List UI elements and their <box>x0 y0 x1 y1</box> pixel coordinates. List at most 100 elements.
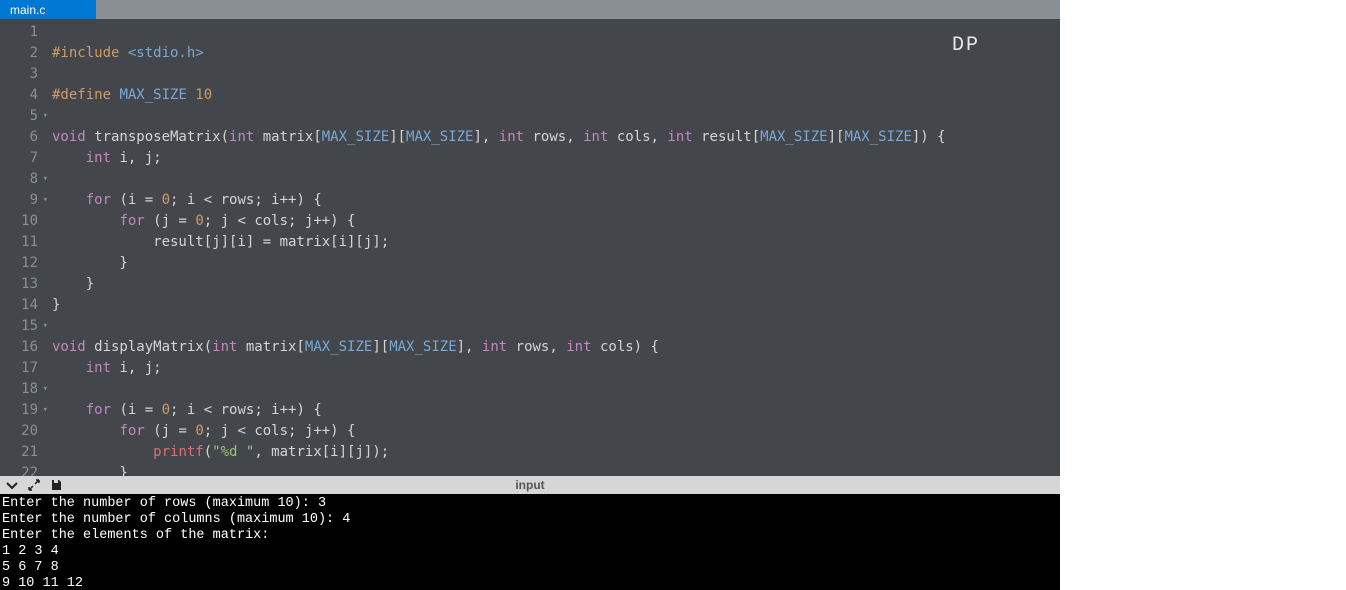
code-token <box>52 444 153 460</box>
line-number: 15 <box>0 316 46 337</box>
code-token: 0 <box>162 192 170 208</box>
code-token <box>52 360 86 376</box>
code-token: MAX_SIZE <box>389 339 456 355</box>
code-token: displayMatrix( <box>86 339 212 355</box>
code-line: } <box>52 465 128 476</box>
code-token: rows, <box>524 129 583 145</box>
code-token: rows, <box>507 339 566 355</box>
code-token: ; j < cols; j++) { <box>204 423 356 439</box>
code-token: (j = <box>145 423 196 439</box>
line-number: 14 <box>0 295 46 316</box>
code-token: MAX_SIZE <box>760 129 827 145</box>
ide-window: main.c 123456789101112131415161718192021… <box>0 0 1060 590</box>
code-token: ], <box>457 339 482 355</box>
code-token: cols, <box>608 129 667 145</box>
code-token <box>52 423 119 439</box>
line-number: 9 <box>0 190 46 211</box>
code-token: ], <box>473 129 498 145</box>
line-number: 7 <box>0 148 46 169</box>
code-token: MAX_SIZE <box>119 87 195 103</box>
console-line: Enter the number of columns (maximum 10)… <box>2 512 350 527</box>
line-number: 13 <box>0 274 46 295</box>
collapse-icon[interactable] <box>6 479 18 491</box>
code-token: int <box>482 339 507 355</box>
line-number: 4 <box>0 85 46 106</box>
line-number: 22 <box>0 463 46 476</box>
code-token: #define <box>52 87 119 103</box>
code-token: 0 <box>195 213 203 229</box>
code-token: i, j; <box>111 360 162 376</box>
code-token: 0 <box>195 423 203 439</box>
line-number: 17 <box>0 358 46 379</box>
console-line: 1 2 3 4 <box>2 544 59 559</box>
code-token: for <box>119 213 144 229</box>
code-token: MAX_SIZE <box>322 129 389 145</box>
code-token: ]) { <box>912 129 946 145</box>
code-token: int <box>86 150 111 166</box>
line-number: 16 <box>0 337 46 358</box>
console-line: Enter the elements of the matrix: <box>2 528 269 543</box>
code-token: int <box>667 129 692 145</box>
code-token <box>52 213 119 229</box>
code-token: cols) { <box>592 339 659 355</box>
code-token: void <box>52 339 86 355</box>
console-title: input <box>515 478 544 492</box>
code-token: result[ <box>693 129 760 145</box>
line-number: 8 <box>0 169 46 190</box>
code-token: i, j; <box>111 150 162 166</box>
code-token <box>52 192 86 208</box>
code-token: int <box>86 360 111 376</box>
line-number: 1 <box>0 22 46 43</box>
code-token: transposeMatrix( <box>86 129 229 145</box>
code-token: ][ <box>828 129 845 145</box>
code-token: ][ <box>389 129 406 145</box>
code-token: 0 <box>162 402 170 418</box>
code-token: ; j < cols; j++) { <box>204 213 356 229</box>
code-token: 10 <box>195 87 212 103</box>
line-number: 12 <box>0 253 46 274</box>
code-area[interactable]: #include <stdio.h> #define MAX_SIZE 10 v… <box>46 19 1060 476</box>
code-line: } <box>52 255 128 271</box>
line-number-gutter: 12345678910111213141516171819202122 <box>0 19 46 476</box>
code-token: "%d " <box>212 444 254 460</box>
line-number: 19 <box>0 400 46 421</box>
code-token: for <box>86 402 111 418</box>
code-token: ][ <box>372 339 389 355</box>
line-number: 5 <box>0 106 46 127</box>
console-line: 5 6 7 8 <box>2 560 59 575</box>
code-line: } <box>52 297 60 313</box>
code-token: MAX_SIZE <box>844 129 911 145</box>
console-line: Enter the number of rows (maximum 10): 3 <box>2 496 326 511</box>
line-number: 10 <box>0 211 46 232</box>
code-editor[interactable]: 12345678910111213141516171819202122 #inc… <box>0 19 1060 476</box>
expand-icon[interactable] <box>28 479 40 491</box>
line-number: 20 <box>0 421 46 442</box>
code-token: matrix[ <box>237 339 304 355</box>
code-token: int <box>229 129 254 145</box>
code-token: for <box>86 192 111 208</box>
line-number: 11 <box>0 232 46 253</box>
code-token: int <box>583 129 608 145</box>
tab-bar: main.c <box>0 0 1060 19</box>
code-token: ; i < rows; i++) { <box>170 402 322 418</box>
code-token: (i = <box>111 402 162 418</box>
console-output[interactable]: Enter the number of rows (maximum 10): 3… <box>0 494 1060 590</box>
code-token: ( <box>204 444 212 460</box>
code-token <box>52 402 86 418</box>
code-line: result[j][i] = matrix[i][j]; <box>52 234 389 250</box>
code-token: int <box>212 339 237 355</box>
console-line: 9 10 11 12 <box>2 576 83 590</box>
code-token: int <box>566 339 591 355</box>
code-token: MAX_SIZE <box>305 339 372 355</box>
watermark: DP <box>952 35 980 56</box>
code-token: #include <box>52 45 128 61</box>
save-icon[interactable] <box>50 479 62 491</box>
code-token: , matrix[i][j]); <box>254 444 389 460</box>
line-number: 18 <box>0 379 46 400</box>
code-token: ; i < rows; i++) { <box>170 192 322 208</box>
line-number: 6 <box>0 127 46 148</box>
tab-main-c[interactable]: main.c <box>0 0 96 19</box>
code-token: (j = <box>145 213 196 229</box>
line-number: 3 <box>0 64 46 85</box>
code-token: matrix[ <box>254 129 321 145</box>
